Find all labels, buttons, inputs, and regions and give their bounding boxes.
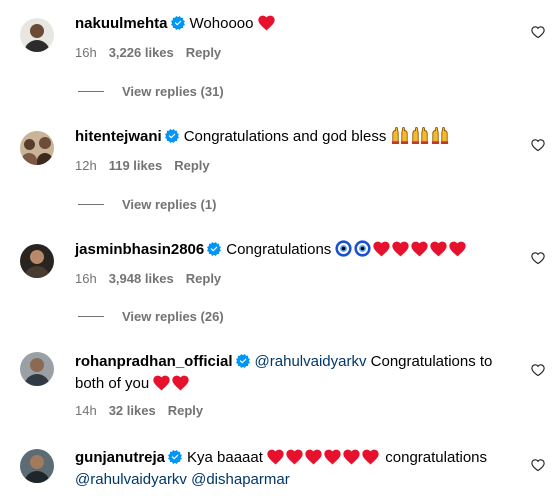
comment-meta: 16h 3,948 likes Reply xyxy=(75,271,233,287)
like-heart-icon[interactable] xyxy=(531,363,545,377)
comment-body: gunjanutreja Kya baaaat congratulations @… xyxy=(75,447,515,491)
red-heart-emoji xyxy=(343,449,360,465)
divider-line xyxy=(78,316,104,317)
like-heart-icon[interactable] xyxy=(531,251,545,265)
verified-badge-icon xyxy=(207,242,221,256)
username[interactable]: nakuulmehta xyxy=(75,15,168,32)
comment-body: jasminbhasin2806 Congratulations xyxy=(75,239,515,261)
avatar[interactable] xyxy=(20,18,54,52)
red-heart-emoji xyxy=(373,241,390,257)
reply-button[interactable]: Reply xyxy=(174,158,209,173)
mention-link[interactable]: @rahulvaidyarkv xyxy=(255,353,367,370)
view-replies-label: View replies (1) xyxy=(122,197,217,212)
like-heart-icon[interactable] xyxy=(531,25,545,39)
red-heart-emoji xyxy=(411,241,428,257)
likes-count[interactable]: 119 likes xyxy=(109,158,163,173)
red-heart-emoji xyxy=(449,241,466,257)
view-replies-label: View replies (26) xyxy=(122,309,224,324)
comment-meta: 14h 32 likes Reply xyxy=(75,403,215,419)
avatar[interactable] xyxy=(20,449,54,483)
username[interactable]: jasminbhasin2806 xyxy=(75,241,204,258)
avatar[interactable] xyxy=(20,244,54,278)
verified-badge-icon xyxy=(171,16,185,30)
raising-hands-emoji xyxy=(411,126,429,144)
comment-text: Kya baaaat xyxy=(187,449,263,466)
red-heart-emoji xyxy=(430,241,447,257)
mention-link[interactable]: @dishaparmar xyxy=(191,471,290,488)
avatar[interactable] xyxy=(20,131,54,165)
red-heart-emoji xyxy=(153,375,170,391)
comment-text: Congratulations and god bless xyxy=(183,128,387,145)
comment-meta: 12h 119 likes Reply xyxy=(75,158,222,174)
avatar[interactable] xyxy=(20,352,54,386)
verified-badge-icon xyxy=(165,129,179,143)
likes-count[interactable]: 32 likes xyxy=(109,403,156,418)
nazar-amulet-emoji xyxy=(354,240,371,257)
comment-body: rohanpradhan_official @rahulvaidyarkv Con… xyxy=(75,351,515,395)
username[interactable]: rohanpradhan_official xyxy=(75,353,233,370)
red-heart-emoji xyxy=(324,449,341,465)
reply-button[interactable]: Reply xyxy=(186,45,221,60)
timestamp: 16h xyxy=(75,271,97,286)
red-heart-emoji xyxy=(172,375,189,391)
reply-button[interactable]: Reply xyxy=(186,271,221,286)
verified-badge-icon xyxy=(168,450,182,464)
comment-body: nakuulmehta Wohoooo xyxy=(75,13,515,35)
view-replies-label: View replies (31) xyxy=(122,84,224,99)
comment-body: hitentejwani Congratulations and god bles… xyxy=(75,126,515,148)
raising-hands-emoji xyxy=(431,126,449,144)
red-heart-emoji xyxy=(286,449,303,465)
red-heart-emoji xyxy=(362,449,379,465)
divider-line xyxy=(78,91,104,92)
comment-text-continued: congratulations xyxy=(385,449,487,466)
red-heart-emoji xyxy=(392,241,409,257)
comment-text: Congratulations xyxy=(226,241,332,258)
like-heart-icon[interactable] xyxy=(531,458,545,472)
timestamp: 16h xyxy=(75,45,97,60)
view-replies-button[interactable]: View replies (1) xyxy=(78,197,216,213)
red-heart-emoji xyxy=(267,449,284,465)
raising-hands-emoji xyxy=(391,126,409,144)
red-heart-emoji xyxy=(305,449,322,465)
likes-count[interactable]: 3,948 likes xyxy=(109,271,174,286)
comment-text: Wohoooo xyxy=(189,15,254,32)
timestamp: 12h xyxy=(75,158,97,173)
verified-badge-icon xyxy=(236,354,250,368)
mention-link[interactable]: @rahulvaidyarkv xyxy=(75,471,187,488)
username[interactable]: hitentejwani xyxy=(75,128,162,145)
like-heart-icon[interactable] xyxy=(531,138,545,152)
view-replies-button[interactable]: View replies (26) xyxy=(78,309,224,325)
red-heart-emoji xyxy=(258,15,275,31)
reply-button[interactable]: Reply xyxy=(168,403,203,418)
nazar-amulet-emoji xyxy=(335,240,352,257)
view-replies-button[interactable]: View replies (31) xyxy=(78,84,224,100)
timestamp: 14h xyxy=(75,403,97,418)
username[interactable]: gunjanutreja xyxy=(75,449,165,466)
divider-line xyxy=(78,204,104,205)
comment-meta: 16h 3,226 likes Reply xyxy=(75,45,233,61)
likes-count[interactable]: 3,226 likes xyxy=(109,45,174,60)
